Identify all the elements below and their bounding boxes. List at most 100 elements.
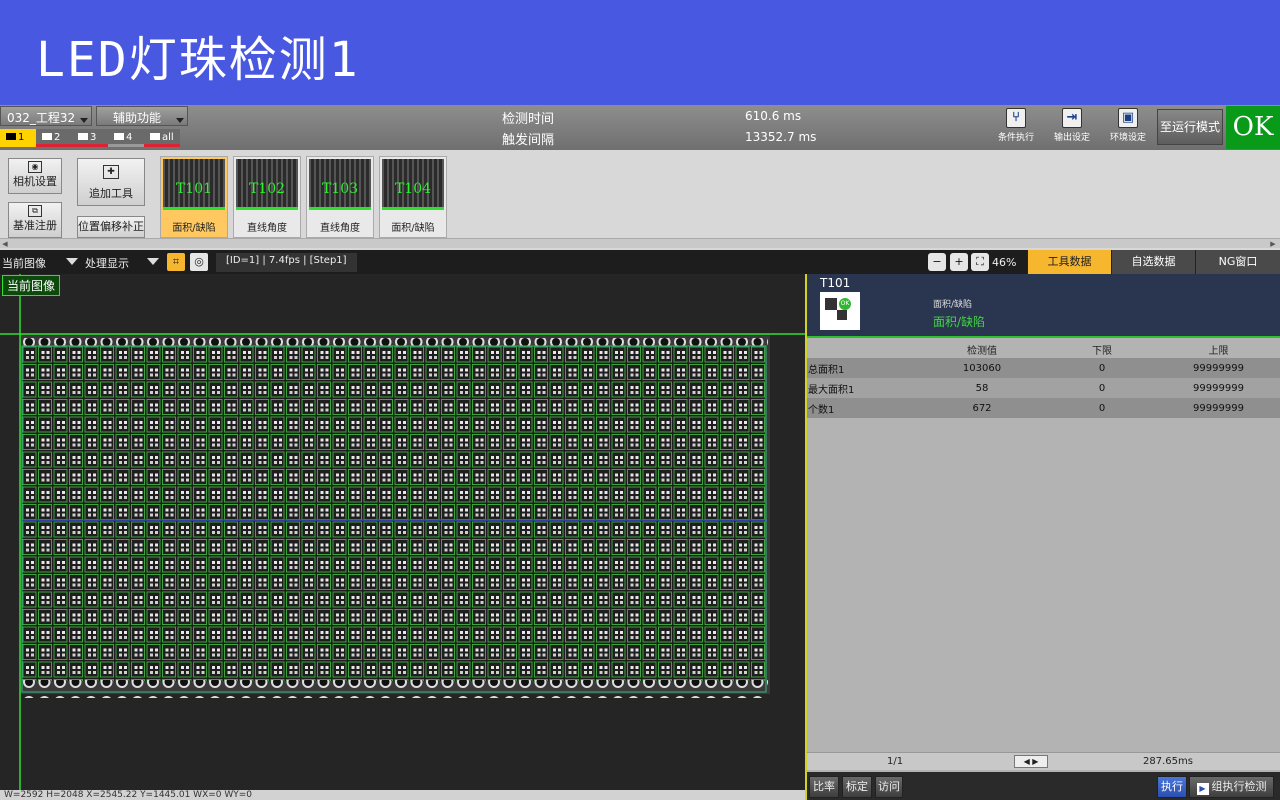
tool-thumb-name: 直线角度 bbox=[247, 223, 287, 234]
result-ok-indicator: OK bbox=[1226, 106, 1280, 149]
result-table: 检测值 下限 上限 总面积1 103060 0 99999999 最大面积1 5… bbox=[807, 340, 1280, 418]
base-register-button[interactable]: ⧉ 基准注册 bbox=[8, 202, 62, 238]
scroll-right-icon[interactable]: ▶ bbox=[1268, 239, 1278, 249]
scroll-left-icon[interactable]: ◀ bbox=[0, 239, 10, 249]
add-tool-button[interactable]: ✚ 追加工具 bbox=[77, 158, 145, 206]
image-select-value: 当前图像 bbox=[2, 257, 46, 270]
calibration-button[interactable]: 标定 bbox=[842, 776, 872, 798]
camera-icon: ◉ bbox=[28, 161, 42, 173]
tool-id: T101 bbox=[820, 276, 851, 290]
camera-tabs: 1 2 3 4 all bbox=[0, 129, 180, 149]
tool-thumb-id: T101 bbox=[175, 181, 213, 197]
access-button[interactable]: 访问 bbox=[875, 776, 903, 798]
zoom-in-icon[interactable]: + bbox=[950, 253, 968, 271]
group-execute-button[interactable]: ▶ 组执行检测 bbox=[1189, 776, 1274, 798]
page-nav-arrows[interactable]: ◀ ▶ bbox=[1014, 755, 1048, 768]
output-settings-label: 输出设定 bbox=[1053, 133, 1090, 143]
tool-thumb-image: T101 bbox=[163, 159, 225, 209]
column-header: 检测值 bbox=[917, 340, 1047, 358]
tool-data-panel: T101 OK 面积/缺陷 面积/缺陷 检测值 下限 上限 总面积1 10306… bbox=[805, 274, 1280, 800]
tab-custom-data[interactable]: 自选数据 bbox=[1111, 250, 1195, 274]
image-status-bar: W=2592 H=2048 X=2545.22 Y=1445.01 WX=0 W… bbox=[0, 790, 805, 800]
conditional-exec-label: 条件执行 bbox=[997, 133, 1034, 143]
tool-thumb-id: T103 bbox=[321, 181, 359, 197]
aux-function-select[interactable]: 辅助功能 bbox=[96, 106, 188, 126]
table-row[interactable]: 个数1 672 0 99999999 bbox=[807, 398, 1280, 418]
camera-settings-button[interactable]: ◉ 相机设置 bbox=[8, 158, 62, 194]
project-select[interactable]: 032_工程32 bbox=[0, 106, 92, 126]
camera-icon bbox=[6, 133, 16, 140]
ratio-button[interactable]: 比率 bbox=[809, 776, 839, 798]
offset-correction-button[interactable]: 位置偏移补正 bbox=[77, 216, 145, 238]
tab-ng-window[interactable]: NG窗口 bbox=[1195, 250, 1280, 274]
column-header: 下限 bbox=[1047, 340, 1157, 358]
tool-thumb-image: T103 bbox=[309, 159, 371, 209]
row-lower: 0 bbox=[1047, 378, 1157, 398]
page-indicator: 1/1 bbox=[887, 756, 904, 767]
bottom-holes bbox=[22, 680, 768, 698]
row-lower: 0 bbox=[1047, 398, 1157, 418]
camera-tab-label: 1 bbox=[18, 132, 25, 143]
overlay-toggle-icon[interactable]: ◎ bbox=[190, 253, 208, 271]
project-select-value: 032_工程32 bbox=[7, 111, 76, 125]
tool-thumb-status-bar bbox=[382, 207, 444, 210]
monitor-icon: ▣ bbox=[1118, 108, 1138, 128]
run-mode-button[interactable]: 至运行模式 bbox=[1157, 109, 1223, 145]
table-row[interactable]: 总面积1 103060 0 99999999 bbox=[807, 358, 1280, 378]
elapsed-time: 287.65ms bbox=[1143, 756, 1193, 767]
tool-thumb-name: 面积/缺陷 bbox=[391, 223, 435, 234]
row-name: 个数1 bbox=[807, 398, 917, 418]
camera-icon bbox=[150, 133, 160, 140]
chevron-down-icon bbox=[66, 258, 78, 265]
tool-strip-scrollbar[interactable]: ◀ ▶ bbox=[0, 238, 1280, 248]
tool-thumb-t101[interactable]: T101 面积/缺陷 bbox=[160, 156, 228, 238]
tool-type: 面积/缺陷 bbox=[933, 315, 986, 329]
tool-thumb-name: 直线角度 bbox=[320, 223, 360, 234]
row-value: 103060 bbox=[917, 358, 1047, 378]
header-divider bbox=[807, 336, 1280, 338]
wrench-plus-icon: ✚ bbox=[103, 165, 119, 179]
zoom-out-icon[interactable]: − bbox=[928, 253, 946, 271]
camera-tab-2[interactable]: 2 bbox=[36, 129, 72, 147]
camera-tab-1[interactable]: 1 bbox=[0, 129, 36, 147]
output-settings-button[interactable]: ⇥ 输出设定 bbox=[1046, 107, 1098, 147]
tool-thumb-t103[interactable]: T103 直线角度 bbox=[306, 156, 374, 238]
row-upper: 99999999 bbox=[1157, 398, 1280, 418]
roi-select-icon[interactable]: ⌗ bbox=[167, 253, 185, 271]
row-value: 672 bbox=[917, 398, 1047, 418]
tool-thumb-t102[interactable]: T102 直线角度 bbox=[233, 156, 301, 238]
capture-info: [ID=1] | 7.4fps | [Step1] bbox=[216, 253, 357, 272]
led-grid bbox=[22, 346, 765, 681]
camera-tab-4[interactable]: 4 bbox=[108, 129, 144, 147]
tool-thumb-status-bar bbox=[163, 207, 225, 210]
chevron-down-icon bbox=[80, 118, 88, 123]
pager: 1/1 ◀ ▶ 287.65ms bbox=[807, 752, 1280, 770]
execute-button[interactable]: 执行 bbox=[1157, 776, 1187, 798]
column-header bbox=[807, 340, 917, 358]
camera-tab-all[interactable]: all bbox=[144, 129, 180, 147]
row-lower: 0 bbox=[1047, 358, 1157, 378]
detect-time-label: 检测时间 bbox=[502, 112, 555, 127]
zoom-level: 46% bbox=[992, 256, 1017, 269]
aux-function-value: 辅助功能 bbox=[113, 111, 162, 125]
tab-tool-data[interactable]: 工具数据 bbox=[1027, 250, 1111, 274]
camera-tab-label: 2 bbox=[54, 132, 61, 143]
tool-thumb-status-bar bbox=[309, 207, 371, 210]
environment-settings-button[interactable]: ▣ 环境设定 bbox=[1102, 107, 1154, 147]
table-row[interactable]: 最大面积1 58 0 99999999 bbox=[807, 378, 1280, 398]
camera-tab-3[interactable]: 3 bbox=[72, 129, 108, 147]
tool-strip: ◉ 相机设置 ⧉ 基准注册 ✚ 追加工具 位置偏移补正 T101 面积/缺陷 T… bbox=[0, 150, 1280, 250]
fit-screen-icon[interactable]: ⛶ bbox=[971, 253, 989, 271]
tool-thumb-t104[interactable]: T104 面积/缺陷 bbox=[379, 156, 447, 238]
tool-thumb-name: 面积/缺陷 bbox=[172, 223, 216, 234]
ok-mark: OK bbox=[839, 298, 851, 310]
image-select[interactable]: 当前图像 bbox=[2, 253, 80, 271]
conditional-exec-button[interactable]: ⑂ 条件执行 bbox=[990, 107, 1042, 147]
export-icon: ⇥ bbox=[1062, 108, 1082, 128]
image-viewport[interactable]: 当前图像 bbox=[0, 274, 805, 790]
chevron-down-icon bbox=[147, 258, 159, 265]
display-select[interactable]: 处理显示 bbox=[85, 253, 161, 271]
row-name: 总面积1 bbox=[807, 358, 917, 378]
camera-icon bbox=[42, 133, 52, 140]
panel-footer: 比率 标定 访问 执行 ▶ 组执行检测 bbox=[807, 772, 1280, 800]
